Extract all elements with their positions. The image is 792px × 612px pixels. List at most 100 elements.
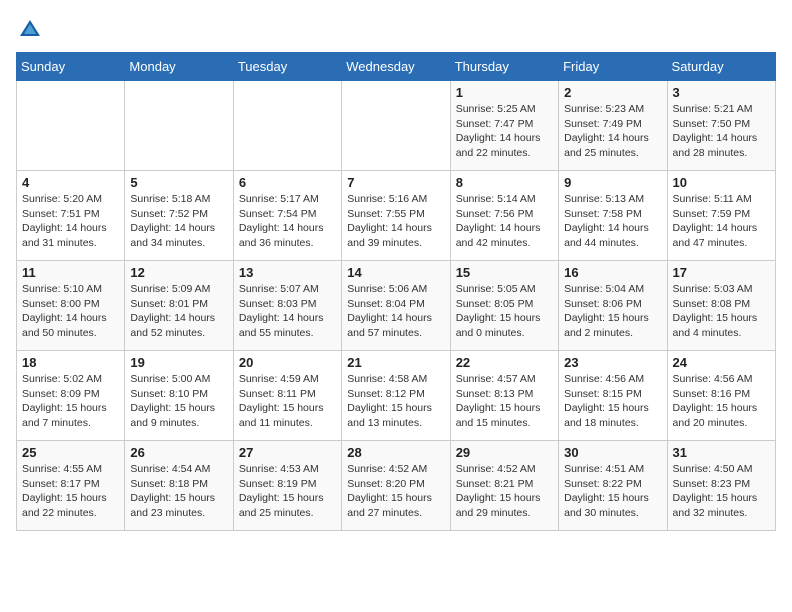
- logo: [16, 16, 48, 44]
- calendar-cell: 26 Sunrise: 4:54 AM Sunset: 8:18 PM Dayli…: [125, 441, 233, 531]
- calendar-cell: 2 Sunrise: 5:23 AM Sunset: 7:49 PM Daylig…: [559, 81, 667, 171]
- page-header: [16, 16, 776, 44]
- day-info: Sunrise: 5:03 AM Sunset: 8:08 PM Dayligh…: [673, 282, 770, 341]
- day-number: 18: [22, 355, 119, 370]
- calendar-cell: 23 Sunrise: 4:56 AM Sunset: 8:15 PM Dayli…: [559, 351, 667, 441]
- day-info: Sunrise: 5:21 AM Sunset: 7:50 PM Dayligh…: [673, 102, 770, 161]
- logo-icon: [16, 16, 44, 44]
- day-number: 14: [347, 265, 444, 280]
- day-info: Sunrise: 5:13 AM Sunset: 7:58 PM Dayligh…: [564, 192, 661, 251]
- calendar-cell: 7 Sunrise: 5:16 AM Sunset: 7:55 PM Daylig…: [342, 171, 450, 261]
- calendar-cell: 27Sunrise: 4:53 AM Sunset: 8:19 PM Dayli…: [233, 441, 341, 531]
- day-info: Sunrise: 5:10 AM Sunset: 8:00 PM Dayligh…: [22, 282, 119, 341]
- calendar-cell: 21 Sunrise: 4:58 AM Sunset: 8:12 PM Dayli…: [342, 351, 450, 441]
- calendar-cell: 12Sunrise: 5:09 AM Sunset: 8:01 PM Dayli…: [125, 261, 233, 351]
- day-info: Sunrise: 5:04 AM Sunset: 8:06 PM Dayligh…: [564, 282, 661, 341]
- day-info: Sunrise: 4:52 AM Sunset: 8:21 PM Dayligh…: [456, 462, 553, 521]
- day-number: 30: [564, 445, 661, 460]
- day-info: Sunrise: 4:59 AM Sunset: 8:11 PM Dayligh…: [239, 372, 336, 431]
- day-number: 29: [456, 445, 553, 460]
- day-info: Sunrise: 4:50 AM Sunset: 8:23 PM Dayligh…: [673, 462, 770, 521]
- calendar-cell: 10Sunrise: 5:11 AM Sunset: 7:59 PM Dayli…: [667, 171, 775, 261]
- header-wednesday: Wednesday: [342, 53, 450, 81]
- day-info: Sunrise: 4:53 AM Sunset: 8:19 PM Dayligh…: [239, 462, 336, 521]
- day-number: 19: [130, 355, 227, 370]
- day-number: 3: [673, 85, 770, 100]
- calendar-cell: 31 Sunrise: 4:50 AM Sunset: 8:23 PM Dayli…: [667, 441, 775, 531]
- day-number: 24: [673, 355, 770, 370]
- day-number: 22: [456, 355, 553, 370]
- day-info: Sunrise: 4:58 AM Sunset: 8:12 PM Dayligh…: [347, 372, 444, 431]
- day-number: 17: [673, 265, 770, 280]
- day-number: 23: [564, 355, 661, 370]
- header-tuesday: Tuesday: [233, 53, 341, 81]
- day-info: Sunrise: 5:06 AM Sunset: 8:04 PM Dayligh…: [347, 282, 444, 341]
- day-info: Sunrise: 4:56 AM Sunset: 8:15 PM Dayligh…: [564, 372, 661, 431]
- day-info: Sunrise: 5:11 AM Sunset: 7:59 PM Dayligh…: [673, 192, 770, 251]
- calendar-cell: 28 Sunrise: 4:52 AM Sunset: 8:20 PM Dayli…: [342, 441, 450, 531]
- day-number: 31: [673, 445, 770, 460]
- day-number: 25: [22, 445, 119, 460]
- calendar-cell: 4 Sunrise: 5:20 AM Sunset: 7:51 PM Daylig…: [17, 171, 125, 261]
- calendar-cell: 19 Sunrise: 5:00 AM Sunset: 8:10 PM Dayli…: [125, 351, 233, 441]
- day-info: Sunrise: 5:00 AM Sunset: 8:10 PM Dayligh…: [130, 372, 227, 431]
- day-number: 20: [239, 355, 336, 370]
- day-info: Sunrise: 5:25 AM Sunset: 7:47 PM Dayligh…: [456, 102, 553, 161]
- calendar-cell: 15Sunrise: 5:05 AM Sunset: 8:05 PM Dayli…: [450, 261, 558, 351]
- calendar-week-1: 1Sunrise: 5:25 AM Sunset: 7:47 PM Daylig…: [17, 81, 776, 171]
- calendar-cell: 8 Sunrise: 5:14 AM Sunset: 7:56 PM Daylig…: [450, 171, 558, 261]
- day-info: Sunrise: 5:23 AM Sunset: 7:49 PM Dayligh…: [564, 102, 661, 161]
- header-saturday: Saturday: [667, 53, 775, 81]
- day-number: 11: [22, 265, 119, 280]
- day-number: 28: [347, 445, 444, 460]
- calendar-cell: [233, 81, 341, 171]
- calendar-week-4: 18 Sunrise: 5:02 AM Sunset: 8:09 PM Dayli…: [17, 351, 776, 441]
- day-info: Sunrise: 4:52 AM Sunset: 8:20 PM Dayligh…: [347, 462, 444, 521]
- calendar-week-5: 25 Sunrise: 4:55 AM Sunset: 8:17 PM Dayli…: [17, 441, 776, 531]
- calendar-cell: [342, 81, 450, 171]
- calendar-cell: 29 Sunrise: 4:52 AM Sunset: 8:21 PM Dayli…: [450, 441, 558, 531]
- day-number: 4: [22, 175, 119, 190]
- calendar-week-2: 4 Sunrise: 5:20 AM Sunset: 7:51 PM Daylig…: [17, 171, 776, 261]
- day-info: Sunrise: 4:55 AM Sunset: 8:17 PM Dayligh…: [22, 462, 119, 521]
- day-number: 21: [347, 355, 444, 370]
- day-info: Sunrise: 5:20 AM Sunset: 7:51 PM Dayligh…: [22, 192, 119, 251]
- calendar-cell: 30 Sunrise: 4:51 AM Sunset: 8:22 PM Dayli…: [559, 441, 667, 531]
- header-sunday: Sunday: [17, 53, 125, 81]
- day-number: 6: [239, 175, 336, 190]
- day-number: 16: [564, 265, 661, 280]
- day-number: 13: [239, 265, 336, 280]
- header-monday: Monday: [125, 53, 233, 81]
- day-number: 7: [347, 175, 444, 190]
- calendar-cell: 9 Sunrise: 5:13 AM Sunset: 7:58 PM Daylig…: [559, 171, 667, 261]
- calendar-cell: 6 Sunrise: 5:17 AM Sunset: 7:54 PM Daylig…: [233, 171, 341, 261]
- day-number: 8: [456, 175, 553, 190]
- day-info: Sunrise: 4:57 AM Sunset: 8:13 PM Dayligh…: [456, 372, 553, 431]
- calendar-cell: 14 Sunrise: 5:06 AM Sunset: 8:04 PM Dayli…: [342, 261, 450, 351]
- day-info: Sunrise: 5:05 AM Sunset: 8:05 PM Dayligh…: [456, 282, 553, 341]
- header-friday: Friday: [559, 53, 667, 81]
- calendar-cell: 16 Sunrise: 5:04 AM Sunset: 8:06 PM Dayli…: [559, 261, 667, 351]
- day-number: 2: [564, 85, 661, 100]
- calendar-cell: 17 Sunrise: 5:03 AM Sunset: 8:08 PM Dayli…: [667, 261, 775, 351]
- day-info: Sunrise: 5:09 AM Sunset: 8:01 PM Dayligh…: [130, 282, 227, 341]
- day-number: 5: [130, 175, 227, 190]
- day-number: 9: [564, 175, 661, 190]
- calendar-table: SundayMondayTuesdayWednesdayThursdayFrid…: [16, 52, 776, 531]
- calendar-cell: 11 Sunrise: 5:10 AM Sunset: 8:00 PM Dayli…: [17, 261, 125, 351]
- day-info: Sunrise: 4:54 AM Sunset: 8:18 PM Dayligh…: [130, 462, 227, 521]
- day-info: Sunrise: 4:51 AM Sunset: 8:22 PM Dayligh…: [564, 462, 661, 521]
- day-info: Sunrise: 4:56 AM Sunset: 8:16 PM Dayligh…: [673, 372, 770, 431]
- calendar-cell: [17, 81, 125, 171]
- day-number: 26: [130, 445, 227, 460]
- calendar-cell: [125, 81, 233, 171]
- calendar-cell: 18 Sunrise: 5:02 AM Sunset: 8:09 PM Dayli…: [17, 351, 125, 441]
- calendar-cell: 13Sunrise: 5:07 AM Sunset: 8:03 PM Dayli…: [233, 261, 341, 351]
- day-info: Sunrise: 5:14 AM Sunset: 7:56 PM Dayligh…: [456, 192, 553, 251]
- calendar-cell: 24 Sunrise: 4:56 AM Sunset: 8:16 PM Dayli…: [667, 351, 775, 441]
- day-info: Sunrise: 5:17 AM Sunset: 7:54 PM Dayligh…: [239, 192, 336, 251]
- day-info: Sunrise: 5:16 AM Sunset: 7:55 PM Dayligh…: [347, 192, 444, 251]
- calendar-cell: 1Sunrise: 5:25 AM Sunset: 7:47 PM Daylig…: [450, 81, 558, 171]
- day-info: Sunrise: 5:02 AM Sunset: 8:09 PM Dayligh…: [22, 372, 119, 431]
- calendar-cell: 3 Sunrise: 5:21 AM Sunset: 7:50 PM Daylig…: [667, 81, 775, 171]
